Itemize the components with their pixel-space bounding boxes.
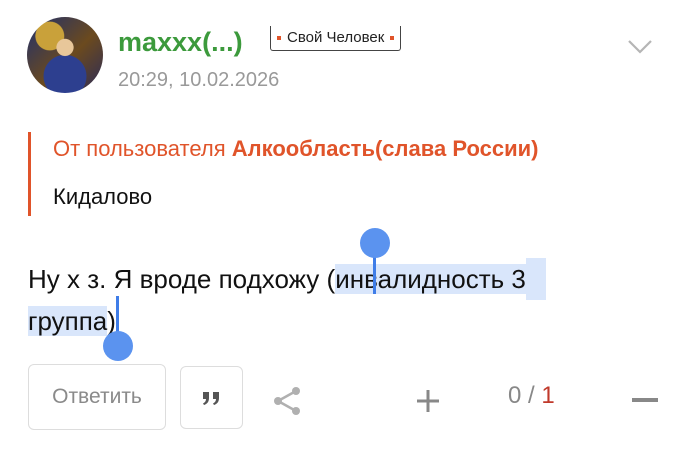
badge-right-dot	[390, 36, 395, 40]
rating-positive: 0	[508, 382, 522, 409]
post-timestamp: 20:29, 10.02.2026	[118, 69, 280, 91]
quote-prefix: От пользователя	[53, 136, 232, 161]
quote-text: Кидалово	[53, 184, 153, 209]
quote-icon	[202, 391, 219, 405]
quote-block: От пользователя Алкообласть(слава России…	[28, 132, 673, 216]
quote-author-link[interactable]: Алкообласть(слава России)	[232, 136, 539, 161]
reply-button[interactable]: Ответить	[28, 364, 166, 430]
rating-counter: 0 / 1	[508, 380, 555, 412]
quote-button[interactable]	[180, 366, 243, 429]
chevron-down-icon[interactable]	[626, 36, 654, 58]
badge-label: Свой Человек	[287, 29, 385, 46]
minus-icon[interactable]	[632, 398, 658, 402]
selected-text-2[interactable]: группа	[28, 306, 108, 336]
share-icon[interactable]	[272, 385, 304, 417]
quote-header: От пользователя Алкообласть(слава России…	[53, 134, 673, 164]
selection-end-handle[interactable]	[103, 331, 133, 361]
message-part-1: Ну х з. Я вроде подхожу (	[28, 264, 336, 294]
rating-negative: 1	[541, 382, 555, 409]
rating-separator: /	[521, 382, 542, 409]
user-avatar[interactable]	[27, 17, 103, 93]
selection-start-bar[interactable]	[373, 252, 376, 294]
plus-icon[interactable]	[414, 387, 442, 415]
selection-start-handle[interactable]	[360, 228, 390, 258]
username[interactable]: maxxx(...)	[118, 26, 243, 58]
selected-text-1[interactable]: инвалидность 3	[335, 264, 526, 294]
user-status-badge: Свой Человек	[270, 26, 402, 51]
badge-left-dot	[277, 36, 281, 40]
